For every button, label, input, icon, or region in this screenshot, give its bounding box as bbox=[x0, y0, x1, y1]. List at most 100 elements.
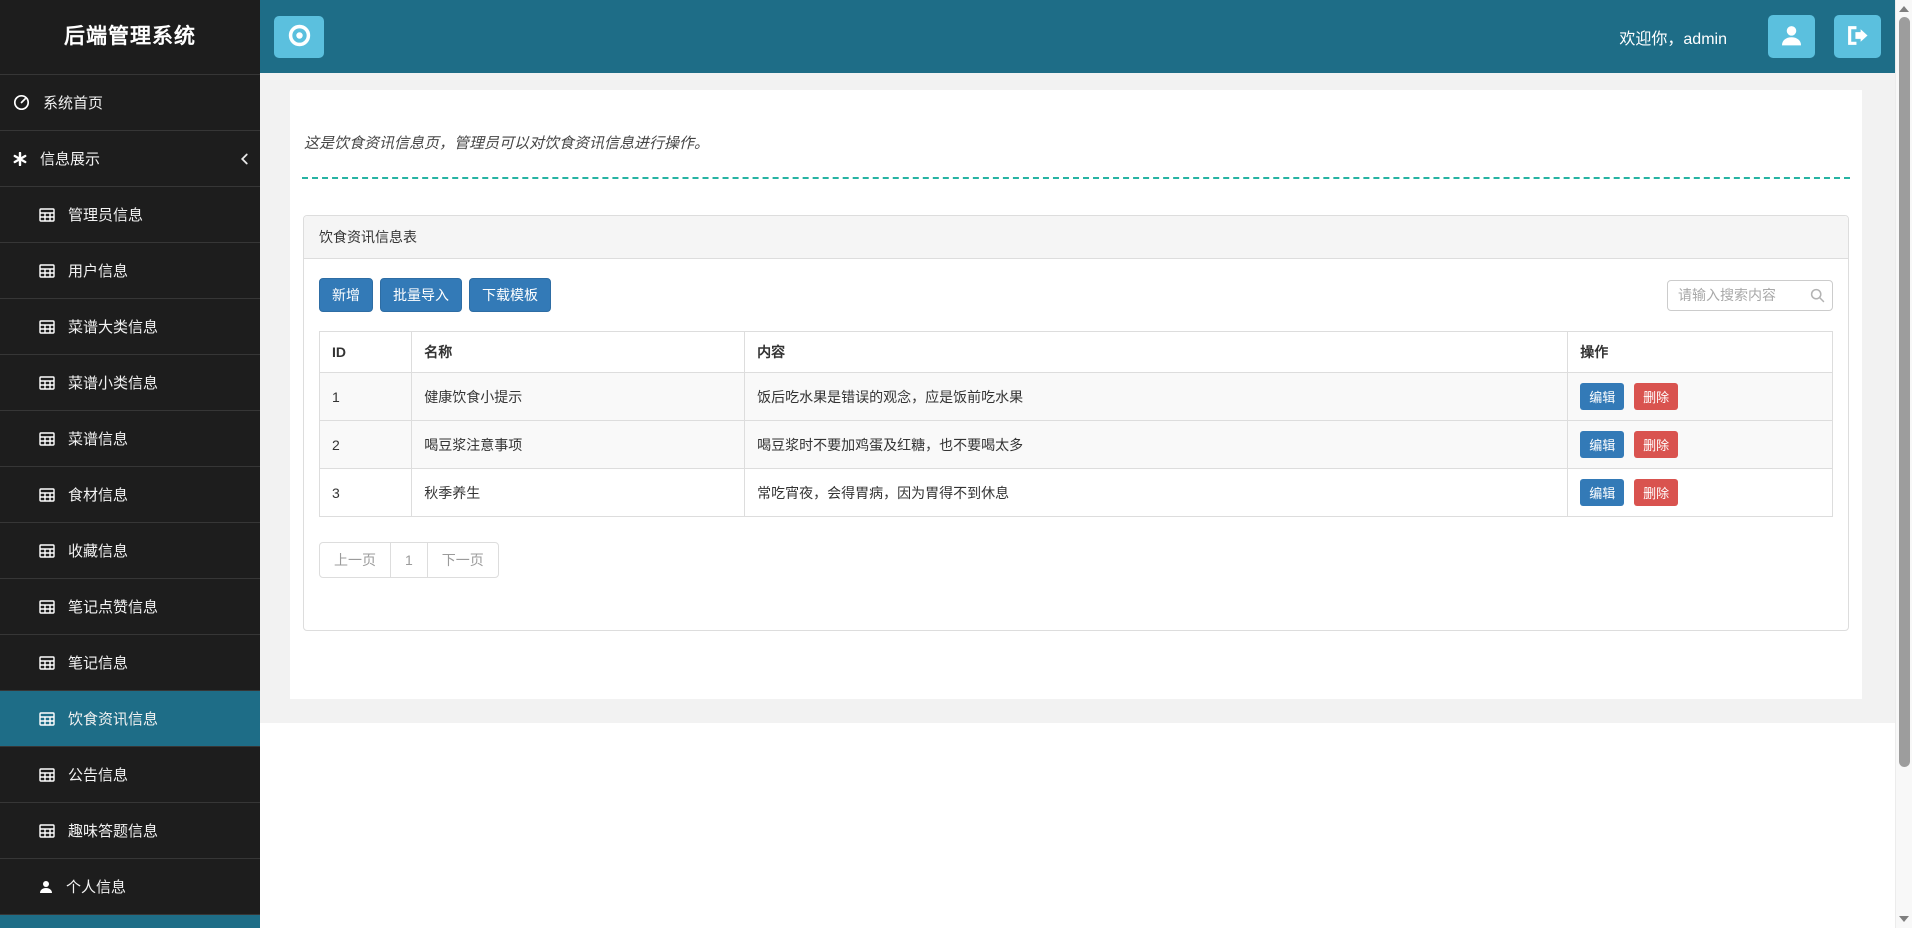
sidebar-item-recipe-major-category[interactable]: 菜谱大类信息 bbox=[0, 298, 260, 354]
cell-name: 健康饮食小提示 bbox=[411, 372, 746, 421]
table-row: 1 健康饮食小提示 饭后吃水果是错误的观念，应是饭前吃水果 编辑 删除 bbox=[318, 372, 1833, 421]
sidebar-item-admin-info[interactable]: 管理员信息 bbox=[0, 186, 260, 242]
batch-import-button[interactable]: 批量导入 bbox=[380, 278, 462, 312]
cell-name: 喝豆浆注意事项 bbox=[411, 420, 746, 469]
edit-button[interactable]: 编辑 bbox=[1580, 431, 1625, 458]
table-icon bbox=[39, 599, 55, 614]
cell-content: 喝豆浆时不要加鸡蛋及红糖，也不要喝太多 bbox=[744, 420, 1569, 469]
asterisk-icon bbox=[13, 151, 27, 166]
sidebar-item-home[interactable]: 系统首页 bbox=[0, 74, 260, 130]
bullseye-icon bbox=[286, 22, 313, 52]
sidebar-item-label: 笔记信息 bbox=[68, 655, 129, 672]
table-icon bbox=[39, 431, 55, 446]
sidebar-item-label: 菜谱大类信息 bbox=[68, 319, 159, 336]
table-row: 2 喝豆浆注意事项 喝豆浆时不要加鸡蛋及红糖，也不要喝太多 编辑 删除 bbox=[318, 420, 1833, 469]
sign-out-icon bbox=[1846, 25, 1869, 49]
sidebar-item-recipe-minor-category[interactable]: 菜谱小类信息 bbox=[0, 354, 260, 410]
sidebar-item-label: 用户信息 bbox=[68, 263, 129, 280]
table-icon bbox=[39, 767, 55, 782]
topbar-right: 欢迎你，admin bbox=[1619, 15, 1881, 58]
vertical-scrollbar[interactable] bbox=[1895, 0, 1912, 928]
cell-actions: 编辑 删除 bbox=[1567, 420, 1833, 469]
sidebar: 后端管理系统 系统首页 信息展示 管理员信息 用户信息 菜谱大类信息 菜谱小类信… bbox=[0, 0, 260, 928]
sidebar-item-quiz-info[interactable]: 趣味答题信息 bbox=[0, 802, 260, 858]
sidebar-item-label: 公告信息 bbox=[68, 767, 129, 784]
col-header-id: ID bbox=[318, 331, 413, 373]
toolbar: 新增 批量导入 下载模板 bbox=[319, 278, 1833, 312]
sidebar-item-note-info[interactable]: 笔记信息 bbox=[0, 634, 260, 690]
panel-body: 新增 批量导入 下载模板 请输入搜索内容 ID 名称 内容 操作 1 健康饮食小… bbox=[304, 259, 1848, 630]
delete-button[interactable]: 删除 bbox=[1634, 383, 1679, 410]
sidebar-item-label: 趣味答题信息 bbox=[68, 823, 159, 840]
panel-title: 饮食资讯信息表 bbox=[304, 216, 1848, 259]
col-header-content: 内容 bbox=[744, 331, 1569, 373]
sidebar-item-label: 食材信息 bbox=[68, 487, 129, 504]
cell-actions: 编辑 删除 bbox=[1567, 372, 1833, 421]
page-background-filler bbox=[260, 723, 1895, 928]
table-icon bbox=[39, 207, 55, 222]
sidebar-item-label: 个人信息 bbox=[66, 879, 127, 896]
sidebar-item-diet-news-info[interactable]: 饮食资讯信息 bbox=[0, 690, 260, 746]
content-card: 这是饮食资讯信息页，管理员可以对饮食资讯信息进行操作。 饮食资讯信息表 新增 批… bbox=[290, 90, 1862, 699]
scroll-down-icon[interactable] bbox=[1899, 916, 1909, 922]
topbar: 欢迎你，admin bbox=[260, 0, 1895, 73]
user-icon bbox=[39, 880, 53, 894]
welcome-text: 欢迎你，admin bbox=[1619, 30, 1727, 48]
profile-button[interactable] bbox=[1768, 15, 1815, 58]
col-header-actions: 操作 bbox=[1567, 331, 1833, 373]
sidebar-item-partial bbox=[0, 914, 260, 928]
sidebar-item-label: 管理员信息 bbox=[68, 207, 144, 224]
page-number-button[interactable]: 1 bbox=[390, 542, 428, 578]
table-icon bbox=[39, 655, 55, 670]
col-header-name: 名称 bbox=[411, 331, 746, 373]
diet-news-table: ID 名称 内容 操作 1 健康饮食小提示 饭后吃水果是错误的观念，应是饭前吃水… bbox=[318, 331, 1833, 517]
sidebar-item-label: 系统首页 bbox=[43, 95, 104, 112]
sidebar-item-label: 菜谱信息 bbox=[68, 431, 129, 448]
search-box bbox=[1667, 279, 1833, 311]
table-icon bbox=[39, 823, 55, 838]
table-icon bbox=[39, 543, 55, 558]
main-column: 欢迎你，admin 这是饮食资讯信息页，管理员可以对饮食资讯信息进行操作。 饮食… bbox=[260, 0, 1895, 928]
sidebar-item-favorite-info[interactable]: 收藏信息 bbox=[0, 522, 260, 578]
add-button[interactable]: 新增 bbox=[319, 278, 373, 312]
scrollbar-thumb[interactable] bbox=[1898, 17, 1910, 767]
pagination: 上一页 1 下一页 bbox=[319, 542, 499, 578]
app-root: 后端管理系统 系统首页 信息展示 管理员信息 用户信息 菜谱大类信息 菜谱小类信… bbox=[0, 0, 1912, 928]
app-title: 后端管理系统 bbox=[64, 25, 196, 48]
search-icon bbox=[1810, 288, 1825, 308]
sidebar-item-personal-info[interactable]: 个人信息 bbox=[0, 858, 260, 914]
sidebar-item-recipe-info[interactable]: 菜谱信息 bbox=[0, 410, 260, 466]
user-icon bbox=[1780, 24, 1803, 50]
edit-button[interactable]: 编辑 bbox=[1580, 479, 1625, 506]
delete-button[interactable]: 删除 bbox=[1634, 431, 1679, 458]
collapse-chevron-icon bbox=[240, 153, 249, 165]
edit-button[interactable]: 编辑 bbox=[1580, 383, 1625, 410]
sidebar-item-label: 笔记点赞信息 bbox=[68, 599, 159, 616]
cell-content: 饭后吃水果是错误的观念，应是饭前吃水果 bbox=[744, 372, 1569, 421]
scroll-up-icon[interactable] bbox=[1899, 6, 1909, 12]
delete-button[interactable]: 删除 bbox=[1634, 479, 1679, 506]
sidebar-item-note-like-info[interactable]: 笔记点赞信息 bbox=[0, 578, 260, 634]
next-page-button[interactable]: 下一页 bbox=[426, 542, 499, 578]
prev-page-button[interactable]: 上一页 bbox=[319, 542, 391, 578]
sidebar-item-info-display[interactable]: 信息展示 bbox=[0, 130, 260, 186]
logo-button[interactable] bbox=[274, 15, 324, 58]
table-icon bbox=[39, 711, 55, 726]
table-icon bbox=[39, 319, 55, 334]
cell-id: 3 bbox=[318, 468, 413, 517]
table-icon bbox=[39, 375, 55, 390]
logout-button[interactable] bbox=[1834, 15, 1881, 58]
diet-news-panel: 饮食资讯信息表 新增 批量导入 下载模板 请输入搜索内容 ID 名称 内容 操作… bbox=[303, 215, 1849, 631]
search-input[interactable] bbox=[1667, 279, 1833, 311]
sidebar-item-label: 饮食资讯信息 bbox=[68, 711, 159, 728]
sidebar-item-announcement-info[interactable]: 公告信息 bbox=[0, 746, 260, 802]
cell-id: 2 bbox=[318, 420, 413, 469]
sidebar-item-label: 菜谱小类信息 bbox=[68, 375, 159, 392]
dashed-divider bbox=[302, 177, 1850, 179]
sidebar-item-user-info[interactable]: 用户信息 bbox=[0, 242, 260, 298]
content-area: 这是饮食资讯信息页，管理员可以对饮食资讯信息进行操作。 饮食资讯信息表 新增 批… bbox=[260, 73, 1895, 723]
table-icon bbox=[39, 487, 55, 502]
cell-name: 秋季养生 bbox=[411, 468, 746, 517]
download-template-button[interactable]: 下载模板 bbox=[469, 278, 551, 312]
sidebar-item-ingredient-info[interactable]: 食材信息 bbox=[0, 466, 260, 522]
